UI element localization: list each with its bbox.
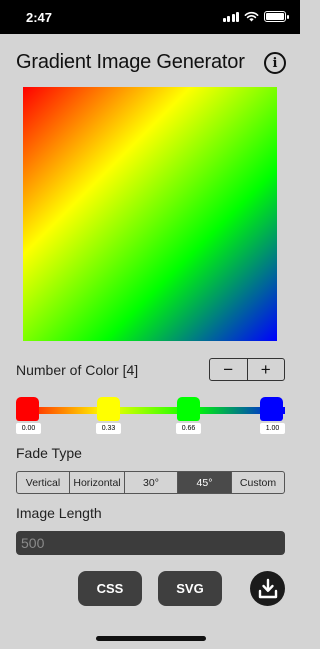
page-title: Gradient Image Generator [16, 51, 245, 73]
color-stop-handle[interactable] [97, 397, 120, 421]
svg-button[interactable]: SVG [158, 571, 222, 606]
image-length-label: Image Length [16, 505, 102, 521]
fade-option-vertical[interactable]: Vertical [17, 472, 69, 493]
color-count-stepper: − + [209, 358, 285, 381]
fade-type-label: Fade Type [16, 445, 82, 461]
color-stop-handle[interactable] [16, 397, 39, 421]
status-icons [222, 11, 289, 22]
download-icon [258, 578, 277, 598]
wifi-icon [244, 11, 259, 22]
fade-option-horizontal[interactable]: Horizontal [69, 472, 124, 493]
signal-icon [222, 11, 239, 22]
color-stop-value: 0.33 [96, 423, 121, 434]
fade-option-custom[interactable]: Custom [231, 472, 284, 493]
color-stop-value: 1.00 [260, 423, 285, 434]
gradient-preview [23, 87, 277, 341]
increment-button[interactable]: + [246, 359, 285, 380]
color-stop-handle[interactable] [177, 397, 200, 421]
color-stop-value: 0.66 [176, 423, 201, 434]
download-button[interactable] [250, 571, 285, 606]
decrement-button[interactable]: − [210, 359, 247, 380]
fade-option-30[interactable]: 30° [124, 472, 177, 493]
gradient-track [16, 407, 285, 414]
status-time: 2:47 [26, 10, 53, 25]
color-stop-handle[interactable] [260, 397, 283, 421]
info-icon[interactable]: i [264, 52, 286, 74]
color-stop-value: 0.00 [16, 423, 41, 434]
fade-option-45[interactable]: 45° [177, 472, 231, 493]
battery-icon [264, 11, 289, 22]
fade-type-segmented-control: Vertical Horizontal 30° 45° Custom [16, 471, 285, 494]
status-bar: 2:47 [0, 0, 300, 34]
gradient-stop-slider[interactable]: 0.00 0.33 0.66 1.00 [16, 397, 285, 435]
home-indicator [96, 636, 206, 641]
css-button[interactable]: CSS [78, 571, 142, 606]
number-of-color-label: Number of Color [4] [16, 362, 139, 378]
image-length-input[interactable]: 500 [16, 531, 285, 555]
